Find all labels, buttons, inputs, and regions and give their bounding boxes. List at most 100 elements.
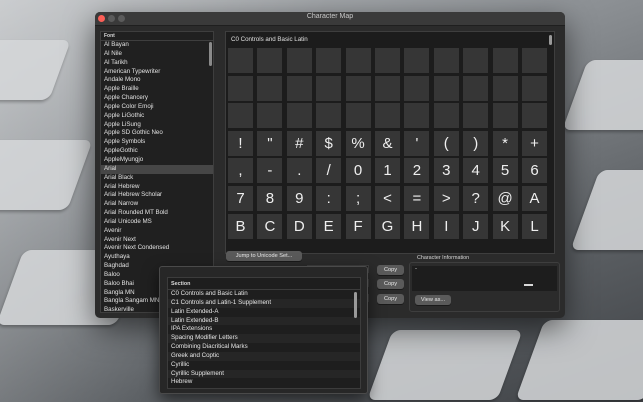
glyph-cell-empty[interactable]: [492, 48, 518, 73]
glyph-cell[interactable]: =: [404, 186, 430, 211]
glyph-cell-empty[interactable]: [286, 48, 312, 73]
glyph-cell-empty[interactable]: [375, 48, 400, 73]
glyph-cell[interactable]: 0: [345, 158, 371, 184]
glyph-cell-empty[interactable]: [286, 75, 312, 101]
section-list-item[interactable]: IPA Extensions: [168, 325, 360, 334]
glyph-cell-empty[interactable]: [228, 48, 253, 73]
font-list-item[interactable]: Andale Mono: [101, 76, 213, 85]
glyph-cell-empty[interactable]: [433, 48, 459, 73]
glyph-cell[interactable]: L: [522, 213, 547, 239]
glyph-cell-empty[interactable]: [522, 103, 547, 129]
glyph-cell-empty[interactable]: [228, 103, 253, 129]
glyph-cell[interactable]: /: [316, 158, 342, 184]
glyph-cell[interactable]: :: [316, 186, 342, 211]
section-list-item[interactable]: Latin Extended-B: [168, 316, 360, 326]
glyph-cell[interactable]: B: [228, 213, 253, 239]
font-list-item[interactable]: Avenir: [101, 227, 213, 236]
glyph-panel-scrollbar[interactable]: [549, 35, 552, 45]
glyph-cell[interactable]: 9: [286, 186, 312, 211]
font-list-item[interactable]: Apple Color Emoji: [101, 103, 213, 112]
font-list-item[interactable]: Apple SD Gothic Neo: [101, 129, 213, 138]
section-list-header[interactable]: Section: [168, 278, 360, 290]
font-list-item[interactable]: Ayuthaya: [101, 253, 213, 262]
glyph-cell[interactable]: 5: [492, 158, 518, 184]
font-list-item[interactable]: Arial Hebrew Scholar: [101, 191, 213, 200]
glyph-cell[interactable]: .: [286, 158, 312, 184]
glyph-cell-empty[interactable]: [375, 75, 400, 101]
section-list-item[interactable]: Combining Diacritical Marks: [168, 343, 360, 352]
glyph-cell-empty[interactable]: [316, 103, 342, 129]
glyph-cell[interactable]: K: [492, 213, 518, 239]
glyph-cell[interactable]: A: [522, 186, 547, 211]
font-list-item[interactable]: Arial: [101, 164, 213, 174]
glyph-cell[interactable]: E: [316, 213, 342, 239]
glyph-cell-empty[interactable]: [463, 103, 489, 129]
section-list[interactable]: Section C0 Controls and Basic Latin C1 Co…: [167, 277, 361, 389]
font-list-item[interactable]: Apple Chancery: [101, 94, 213, 103]
glyph-cell[interactable]: (: [433, 130, 459, 156]
glyph-cell[interactable]: F: [345, 213, 371, 239]
font-list-item[interactable]: American Typewriter: [101, 68, 213, 77]
font-list-item[interactable]: Al Tarikh: [101, 59, 213, 68]
font-list-item[interactable]: Al Nile: [101, 50, 213, 59]
glyph-cell[interactable]: %: [345, 130, 371, 156]
glyph-cell-empty[interactable]: [345, 75, 371, 101]
font-list-item[interactable]: AppleMyungjo: [101, 156, 213, 165]
glyph-cell-empty[interactable]: [463, 48, 489, 73]
glyph-cell-empty[interactable]: [463, 75, 489, 101]
section-list-item[interactable]: Cyrillic Supplement: [168, 369, 360, 379]
copy-button-1[interactable]: Copy: [377, 265, 404, 275]
glyph-cell-empty[interactable]: [316, 48, 342, 73]
font-list-scrollbar[interactable]: [209, 42, 212, 66]
jump-to-unicode-set-button[interactable]: Jump to Unicode Set...: [226, 251, 302, 261]
glyph-cell[interactable]: H: [404, 213, 430, 239]
section-list-scrollbar[interactable]: [354, 292, 357, 318]
glyph-cell-empty[interactable]: [257, 75, 283, 101]
glyph-cell-empty[interactable]: [257, 48, 283, 73]
copy-button-2[interactable]: Copy: [377, 279, 404, 289]
glyph-cell[interactable]: !: [228, 130, 253, 156]
glyph-cell[interactable]: D: [286, 213, 312, 239]
glyph-cell-empty[interactable]: [522, 48, 547, 73]
section-list-item[interactable]: C0 Controls and Basic Latin: [168, 290, 360, 299]
glyph-cell-empty[interactable]: [404, 103, 430, 129]
glyph-cell-empty[interactable]: [316, 75, 342, 101]
glyph-cell[interactable]: ): [463, 130, 489, 156]
glyph-cell-empty[interactable]: [286, 103, 312, 129]
font-list-item[interactable]: Avenir Next: [101, 236, 213, 245]
glyph-cell-empty[interactable]: [492, 103, 518, 129]
glyph-cell-empty[interactable]: [492, 75, 518, 101]
glyph-cell[interactable]: ;: [345, 186, 371, 211]
font-list-item[interactable]: Arial Narrow: [101, 200, 213, 209]
font-list-item[interactable]: Arial Hebrew: [101, 183, 213, 192]
section-list-item[interactable]: Latin Extended-A: [168, 308, 360, 317]
glyph-cell[interactable]: <: [375, 186, 400, 211]
glyph-cell[interactable]: 2: [404, 158, 430, 184]
glyph-cell[interactable]: +: [522, 130, 547, 156]
glyph-cell[interactable]: *: [492, 130, 518, 156]
copy-button-3[interactable]: Copy: [377, 294, 404, 304]
glyph-cell[interactable]: ': [404, 130, 430, 156]
glyph-cell[interactable]: -: [257, 158, 283, 184]
glyph-cell[interactable]: 6: [522, 158, 547, 184]
glyph-cell[interactable]: @: [492, 186, 518, 211]
glyph-cell-empty[interactable]: [404, 48, 430, 73]
font-list-item[interactable]: Arial Black: [101, 174, 213, 183]
glyph-cell-empty[interactable]: [404, 75, 430, 101]
view-as-button[interactable]: View as...: [415, 295, 451, 305]
glyph-cell-empty[interactable]: [345, 48, 371, 73]
glyph-cell[interactable]: ": [257, 130, 283, 156]
glyph-cell[interactable]: ,: [228, 158, 253, 184]
font-list-item[interactable]: Arial Rounded MT Bold: [101, 209, 213, 218]
font-list-item[interactable]: Avenir Next Condensed: [101, 244, 213, 253]
glyph-cell[interactable]: #: [286, 130, 312, 156]
font-list-item[interactable]: Apple LiSung: [101, 121, 213, 130]
font-list-item[interactable]: Al Bayan: [101, 41, 213, 50]
glyph-cell-empty[interactable]: [375, 103, 400, 129]
section-list-item[interactable]: Spacing Modifier Letters: [168, 334, 360, 344]
section-list-item[interactable]: Cyrillic: [168, 361, 360, 370]
glyph-cell[interactable]: 3: [433, 158, 459, 184]
glyph-cell[interactable]: J: [463, 213, 489, 239]
font-list-item[interactable]: Arial Unicode MS: [101, 218, 213, 227]
title-bar[interactable]: Character Map: [95, 12, 565, 26]
